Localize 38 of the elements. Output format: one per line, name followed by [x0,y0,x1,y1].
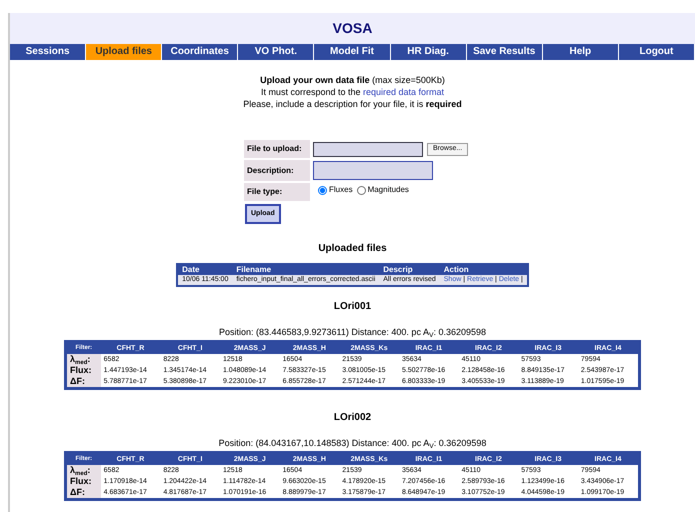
radio-label: Fluxes [329,184,353,196]
file-field[interactable] [313,142,423,156]
row-header: ΔF: [66,376,101,388]
row-header: λ$_{med}$: [66,465,101,476]
description-field[interactable] [313,161,433,180]
position-text: Position: (83.446583,9.9273611) Distance: 400. pc A$_{V}$: 0.36209598 [218,327,488,338]
nav-tab[interactable]: Model Fit [314,44,391,60]
section-title: Uploaded files [317,243,388,255]
column-header: Date [177,264,232,275]
format-link[interactable]: required data format [363,87,444,97]
field-label: Description: [247,166,294,174]
row-header: Flux: [66,476,101,487]
column-header: Filename [232,264,380,275]
nav-tab[interactable]: VO Phot. [238,44,314,60]
position-text: Position: (84.043167,10.148583) Distance: 400. pc A$_{V}$: 0.36209598 [218,438,488,449]
instruction-text: Upload your own data file (max size=500Kb) [259,74,446,86]
site-title: VOSA [332,19,372,38]
column-header: Action [440,264,528,275]
nav-tab[interactable]: Save Results [466,44,543,60]
nav-tab[interactable]: Help [542,44,619,60]
radio-button[interactable] [318,186,327,195]
instruction-text: Please, include a description for your file, it is required [242,98,463,110]
field-label: File to upload: [247,144,302,153]
nav-tab[interactable]: Upload files [86,44,162,60]
instruction-text: It must correspond to the [260,87,362,97]
nav-tab[interactable]: HR Diag. [390,44,467,60]
nav-tab[interactable]: Sessions [10,44,86,60]
row-header: λ$_{med}$: [66,354,101,365]
nav-tab[interactable]: Coordinates [162,44,238,60]
field-label: File type: [247,187,282,196]
radio-label: Magnitudes [368,184,409,196]
column-header: Descrip [379,264,440,275]
radio-button[interactable] [356,186,366,195]
nav-tab[interactable]: Logout [618,44,695,60]
row-header: ΔF: [66,487,101,500]
object-title: LOri001 [332,301,372,313]
object-title: LOri002 [332,412,372,424]
row-header: Flux: [66,365,101,376]
